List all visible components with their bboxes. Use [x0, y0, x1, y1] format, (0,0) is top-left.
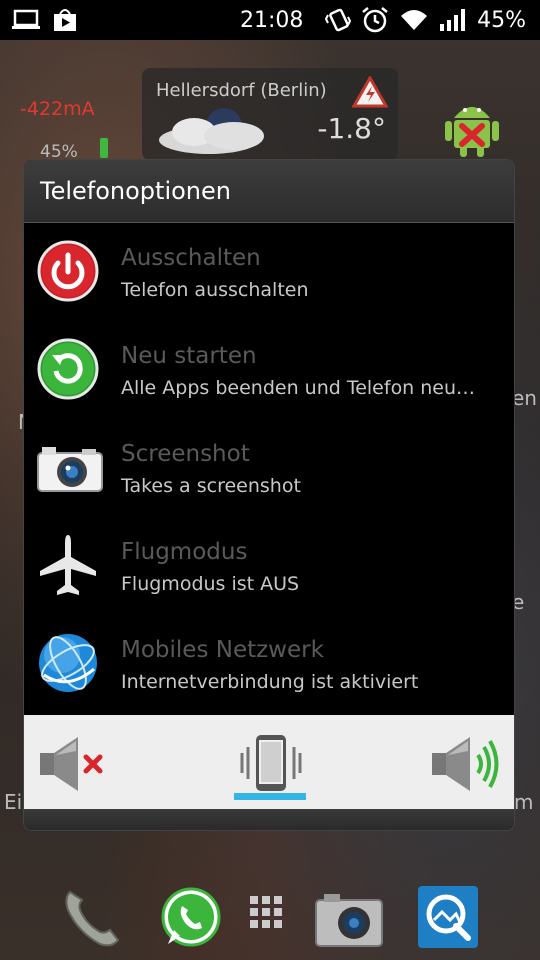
- speaker-on-icon[interactable]: [430, 733, 502, 799]
- option-title: Screenshot: [121, 441, 250, 467]
- alarm-icon: [361, 6, 389, 34]
- option-title: Flugmodus: [121, 539, 248, 565]
- option-screenshot[interactable]: Screenshot Takes a screenshot: [24, 419, 514, 517]
- selected-mode-indicator: [234, 793, 306, 800]
- option-subtitle: Internetverbindung ist aktiviert: [121, 671, 419, 693]
- option-title: Ausschalten: [121, 245, 261, 271]
- weather-temp: -1.8°: [317, 112, 386, 145]
- option-subtitle: Alle Apps beenden und Telefon neu…: [121, 377, 476, 399]
- status-time: 21:08: [240, 8, 304, 33]
- edge-text-4: m: [514, 790, 534, 814]
- phone-options-dialog: Telefonoptionen Ausschalten Telefon auss…: [24, 160, 514, 830]
- cloud-icon: [154, 106, 284, 160]
- airplane-icon: [36, 533, 100, 597]
- battery-percent: 45%: [477, 7, 526, 33]
- option-restart[interactable]: Neu starten Alle Apps beenden und Telefo…: [24, 321, 514, 419]
- restart-icon: [36, 337, 100, 401]
- laptop-icon: [12, 9, 40, 31]
- option-power-off[interactable]: Ausschalten Telefon ausschalten: [24, 223, 514, 321]
- home-dock: [0, 880, 540, 960]
- globe-icon: [36, 631, 100, 695]
- dialog-bottom-bar: [24, 809, 514, 830]
- option-subtitle: Takes a screenshot: [121, 475, 301, 497]
- dialog-title: Telefonoptionen: [40, 177, 231, 205]
- android-error-icon[interactable]: [440, 92, 504, 162]
- gallery-icon[interactable]: [416, 884, 480, 954]
- current-widget-bar: [100, 138, 108, 158]
- app-drawer-icon[interactable]: [248, 894, 292, 942]
- speaker-muted-icon[interactable]: [38, 733, 110, 799]
- option-subtitle: Telefon ausschalten: [121, 279, 309, 301]
- whatsapp-icon[interactable]: [158, 884, 224, 954]
- weather-city: Hellersdorf (Berlin): [156, 80, 327, 101]
- edge-text-1: en: [512, 386, 537, 410]
- camera-icon: [36, 435, 103, 499]
- option-title: Mobiles Netzwerk: [121, 637, 324, 663]
- current-widget-value: -422mA: [20, 98, 95, 120]
- dialog-header: Telefonoptionen: [24, 160, 514, 223]
- power-icon: [36, 239, 100, 303]
- options-list: Ausschalten Telefon ausschalten Neu star…: [24, 223, 514, 713]
- option-mobile-network[interactable]: Mobiles Netzwerk Internetverbindung ist …: [24, 615, 514, 713]
- warning-icon: [351, 74, 389, 112]
- edge-text-3: Ei: [4, 790, 23, 814]
- signal-icon: [439, 8, 467, 32]
- phone-icon[interactable]: [56, 884, 126, 958]
- vibrate-icon: [325, 7, 352, 33]
- camera-app-icon[interactable]: [314, 884, 384, 954]
- vibrate-phone-icon[interactable]: [236, 733, 306, 799]
- play-store-icon: [52, 8, 78, 32]
- option-subtitle: Flugmodus ist AUS: [121, 573, 300, 595]
- option-title: Neu starten: [121, 343, 257, 369]
- option-airplane-mode[interactable]: Flugmodus Flugmodus ist AUS: [24, 517, 514, 615]
- current-widget-percent: 45%: [40, 142, 78, 162]
- sound-mode-bar: [24, 715, 514, 809]
- status-bar: 21:08 45%: [0, 0, 540, 40]
- weather-widget[interactable]: Hellersdorf (Berlin) -1.8°: [142, 68, 398, 160]
- wifi-icon: [399, 8, 429, 32]
